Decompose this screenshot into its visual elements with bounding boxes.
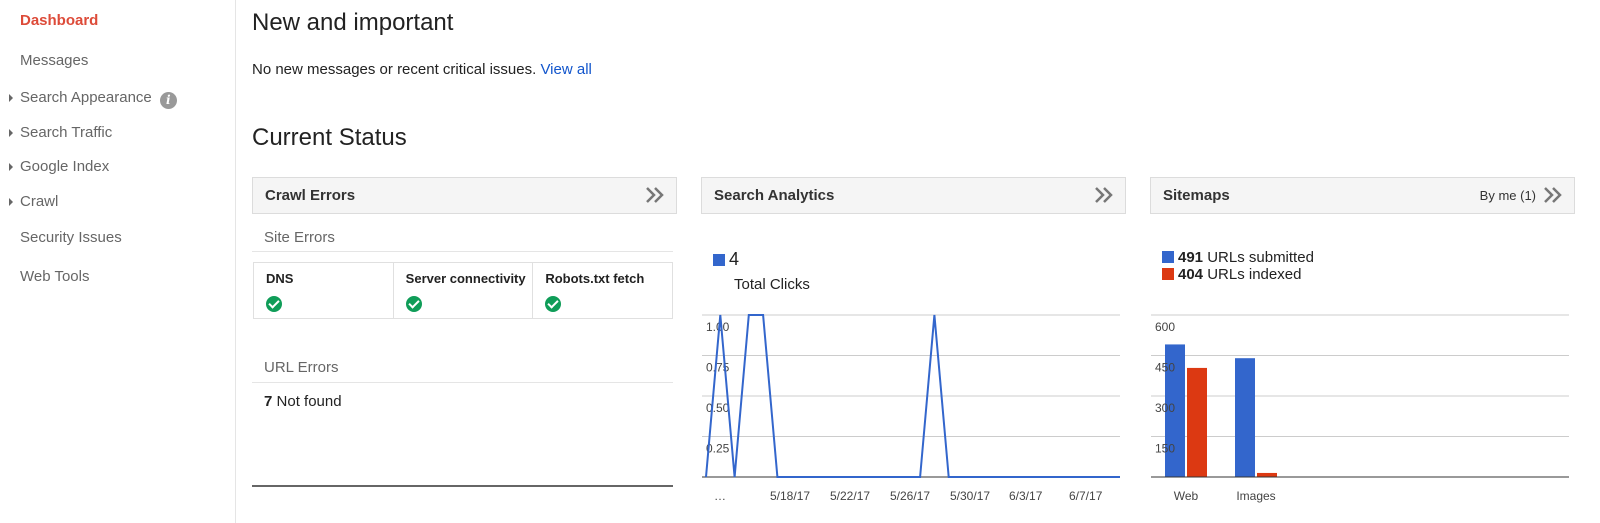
expand-arrow-icon [9,163,13,171]
clicks-value: 4 [729,249,740,269]
submitted-count: 491 [1178,249,1204,266]
x-tick-label: … [714,489,726,503]
x-tick-label: 6/7/17 [1069,489,1103,503]
dns-label: DNS [266,271,294,286]
dns-cell: DNS [254,263,394,318]
sidebar: Dashboard Messages Search Appearance i Se… [0,0,236,523]
url-errors-title: URL Errors [264,359,339,376]
by-me-filter[interactable]: By me (1) [1480,188,1536,203]
sitemaps-chart: Web Images 150 300 450 600 [1151,314,1569,503]
divider [252,251,673,252]
sidebar-item-search-traffic[interactable]: Search Traffic [9,124,113,141]
server-connectivity-cell: Server connectivity [394,263,534,318]
robots-fetch-cell: Robots.txt fetch [533,263,672,318]
legend-swatch [1162,251,1174,263]
view-all-link[interactable]: View all [540,61,591,78]
divider [252,485,673,487]
robots-fetch-label: Robots.txt fetch [545,271,645,286]
sidebar-item-google-index[interactable]: Google Index [9,158,110,175]
sidebar-item-label: Google Index [20,158,110,175]
crawl-errors-header[interactable]: Crawl Errors [252,177,677,214]
double-chevron-right-icon[interactable] [1093,186,1115,204]
sidebar-item-label: Search Appearance [20,89,152,106]
check-circle-icon [405,296,422,312]
expand-arrow-icon [9,94,13,102]
double-chevron-right-icon[interactable] [644,186,666,204]
card-title: Crawl Errors [265,187,356,204]
indexed-count: 404 [1178,266,1204,283]
sidebar-item-messages[interactable]: Messages [20,52,88,69]
y-tick-label: 300 [1155,401,1175,415]
submitted-label: URLs submitted [1207,249,1314,266]
y-tick-label: 150 [1155,442,1175,456]
not-found-label: Not found [276,393,342,410]
x-tick-label: 5/26/17 [890,489,930,503]
not-found-count: 7 [264,393,273,410]
x-tick-label: Images [1236,489,1275,503]
total-clicks-caption: Total Clicks [734,276,810,293]
expand-arrow-icon [9,129,13,137]
bar [1257,472,1277,477]
bar [1235,358,1255,477]
legend-submitted: 491 URLs submitted [1162,249,1314,266]
sitemaps-header[interactable]: Sitemaps By me (1) [1150,177,1575,214]
search-analytics-header[interactable]: Search Analytics [701,177,1126,214]
sidebar-item-web-tools[interactable]: Web Tools [20,268,90,285]
sidebar-item-label: Crawl [20,193,59,210]
indexed-label: URLs indexed [1207,266,1302,283]
legend-swatch [713,254,725,266]
double-chevron-right-icon[interactable] [1542,186,1564,204]
card-title: Search Analytics [714,187,835,204]
not-found-row[interactable]: 7 Not found [264,393,342,410]
sidebar-item-dashboard[interactable]: Dashboard [20,12,98,29]
check-circle-icon [545,296,562,312]
y-tick-label: 0.50 [706,401,730,415]
expand-arrow-icon [9,198,13,206]
x-tick-label: Web [1174,489,1199,503]
search-analytics-chart: 0.250.500.751.00… 5/18/17 5/22/17 5/26/17 5/… [702,314,1120,503]
site-errors-title: Site Errors [264,229,335,246]
x-tick-label: 5/18/17 [770,489,810,503]
bar [1187,367,1207,477]
check-circle-icon [266,296,282,312]
x-tick-label: 5/30/17 [950,489,990,503]
sidebar-item-label: Search Traffic [20,124,113,141]
current-status-title: Current Status [252,124,407,151]
total-clicks-value: 4 [713,249,739,270]
card-title: Sitemaps [1163,187,1230,204]
messages-summary: No new messages or recent critical issue… [252,61,592,78]
x-tick-label: 6/3/17 [1009,489,1043,503]
sidebar-item-search-appearance[interactable]: Search Appearance i [9,89,177,109]
legend-swatch [1162,268,1174,280]
info-icon[interactable]: i [159,92,177,109]
y-tick-label: 600 [1155,320,1175,334]
legend-indexed: 404 URLs indexed [1162,266,1301,283]
x-tick-label: 5/22/17 [830,489,870,503]
messages-text: No new messages or recent critical issue… [252,61,537,78]
y-tick-label: 450 [1155,361,1175,375]
server-connectivity-label: Server connectivity [405,271,526,286]
site-errors-grid: DNS Server connectivity Robots.txt fetch [253,262,673,319]
sidebar-item-security-issues[interactable]: Security Issues [20,229,122,246]
new-and-important-title: New and important [252,9,454,36]
divider [252,382,673,383]
sidebar-item-crawl[interactable]: Crawl [9,193,59,210]
